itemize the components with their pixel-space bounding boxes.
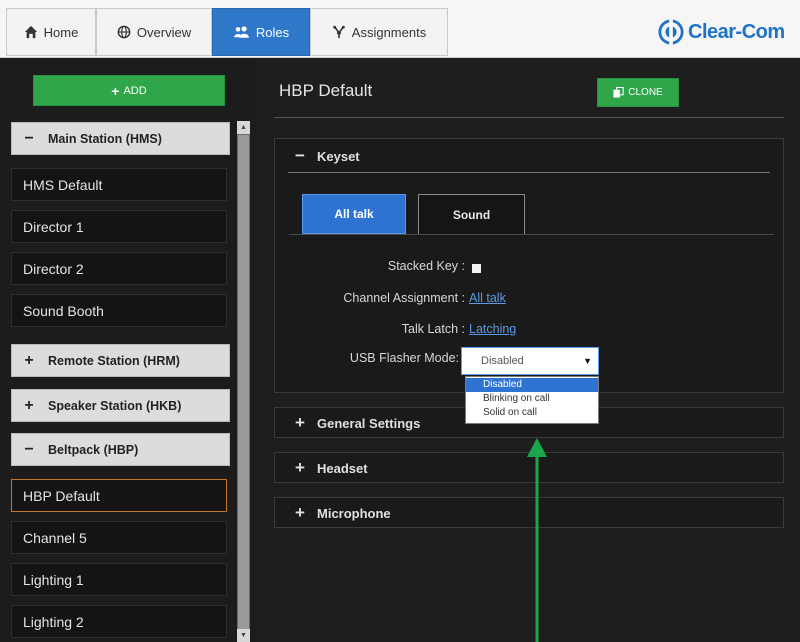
list-item[interactable]: Sound Booth	[11, 294, 227, 327]
keyset-header[interactable]: − Keyset	[295, 146, 360, 166]
list-item-label: Channel 5	[23, 529, 87, 546]
dropdown-option-disabled[interactable]: Disabled	[466, 378, 598, 392]
list-item[interactable]: Director 2	[11, 252, 227, 285]
list-item-label: Lighting 2	[23, 613, 84, 630]
usb-flasher-select[interactable]: Disabled ▼	[461, 347, 599, 375]
group-label: Remote Station (HRM)	[48, 353, 180, 368]
collapse-icon: −	[24, 129, 34, 147]
list-item-selected[interactable]: HBP Default	[11, 479, 227, 512]
plus-icon: +	[111, 82, 120, 99]
tab-roles[interactable]: Roles	[212, 8, 310, 56]
list-item[interactable]: Director 1	[11, 210, 227, 243]
clone-button-label: CLONE	[628, 87, 663, 98]
keyset-header-label: Keyset	[317, 148, 360, 164]
logo-text: Clear-Com	[688, 20, 785, 43]
headset-panel[interactable]: + Headset	[274, 452, 784, 483]
list-item-label: HBP Default	[23, 487, 100, 504]
expand-icon: +	[24, 396, 34, 414]
list-item[interactable]: HMS Default	[11, 168, 227, 201]
add-button[interactable]: + ADD	[33, 75, 225, 106]
expand-icon: +	[295, 458, 305, 477]
list-item-label: Director 1	[23, 218, 84, 235]
collapse-icon: −	[295, 146, 305, 165]
stacked-key-label: Stacked Key :	[387, 259, 465, 273]
dropdown-option-solid[interactable]: Solid on call	[466, 406, 598, 420]
general-settings-header[interactable]: + General Settings	[295, 413, 420, 433]
tab-assignments-label: Assignments	[351, 24, 427, 40]
tab-overview-label: Overview	[136, 24, 192, 40]
headset-header[interactable]: + Headset	[295, 458, 368, 478]
group-label: Beltpack (HBP)	[48, 442, 139, 457]
page-title: HBP Default	[279, 81, 373, 100]
list-item-label: HMS Default	[23, 176, 103, 193]
caret-down-icon: ▼	[583, 356, 592, 366]
copy-icon	[613, 87, 624, 98]
channel-assignment-label: Channel Assignment :	[343, 291, 465, 305]
usb-flasher-value: Disabled	[481, 355, 524, 367]
microphone-panel[interactable]: + Microphone	[274, 497, 784, 528]
users-icon	[233, 26, 249, 38]
talk-latch-label: Talk Latch :	[401, 322, 465, 336]
stacked-key-checkbox[interactable]	[472, 264, 481, 273]
microphone-header[interactable]: + Microphone	[295, 503, 391, 523]
group-speaker-station[interactable]: + Speaker Station (HKB)	[11, 389, 230, 422]
expand-icon: +	[24, 351, 34, 369]
keyset-tab-all-talk[interactable]: All talk	[302, 194, 406, 234]
microphone-label: Microphone	[317, 505, 391, 521]
group-beltpack[interactable]: − Beltpack (HBP)	[11, 433, 230, 466]
globe-icon	[117, 25, 131, 39]
tab-overview[interactable]: Overview	[96, 8, 212, 56]
tab-home-label: Home	[43, 24, 79, 40]
general-settings-label: General Settings	[317, 415, 421, 431]
scroll-thumb[interactable]	[238, 135, 249, 630]
home-icon	[24, 25, 37, 39]
divider	[289, 234, 774, 235]
group-main-station[interactable]: − Main Station (HMS)	[11, 122, 230, 155]
scroll-down-icon[interactable]: ▼	[237, 629, 250, 642]
list-item-label: Lighting 1	[23, 571, 84, 588]
roles-sidebar: + ADD − Main Station (HMS) HMS Default D…	[0, 58, 258, 642]
group-label: Main Station (HMS)	[48, 131, 162, 146]
list-item[interactable]: Lighting 2	[11, 605, 227, 638]
divider	[274, 117, 784, 118]
group-label: Speaker Station (HKB)	[48, 398, 182, 413]
headset-label: Headset	[317, 460, 368, 476]
list-item-label: Director 2	[23, 260, 84, 277]
sidebar-scrollbar[interactable]: ▲ ▼	[237, 121, 250, 642]
expand-icon: +	[295, 503, 305, 522]
add-button-label: ADD	[123, 84, 147, 97]
top-navigation: Home Overview Roles Assignments Clear-Co…	[0, 0, 800, 58]
collapse-icon: −	[24, 440, 34, 458]
divider	[288, 172, 770, 173]
assignments-icon	[333, 25, 345, 39]
usb-flasher-dropdown: Disabled Blinking on call Solid on call	[465, 376, 599, 424]
list-item[interactable]: Lighting 1	[11, 563, 227, 596]
clear-com-logo: Clear-Com	[658, 18, 785, 46]
clone-button[interactable]: CLONE	[597, 78, 679, 107]
list-item-label: Sound Booth	[23, 302, 104, 319]
channel-assignment-link[interactable]: All talk	[469, 291, 506, 305]
tab-home[interactable]: Home	[6, 8, 96, 56]
usb-flasher-label: USB Flasher Mode:	[349, 351, 459, 365]
logo-mark-icon	[658, 19, 684, 45]
list-item[interactable]: Channel 5	[11, 521, 227, 554]
group-remote-station[interactable]: + Remote Station (HRM)	[11, 344, 230, 377]
expand-icon: +	[295, 413, 305, 432]
dropdown-option-blinking[interactable]: Blinking on call	[466, 392, 598, 406]
tab-assignments[interactable]: Assignments	[310, 8, 448, 56]
tab-roles-label: Roles	[255, 24, 290, 40]
talk-latch-link[interactable]: Latching	[469, 322, 516, 336]
scroll-up-icon[interactable]: ▲	[237, 121, 250, 134]
keyset-tab-sound[interactable]: Sound	[418, 194, 525, 234]
